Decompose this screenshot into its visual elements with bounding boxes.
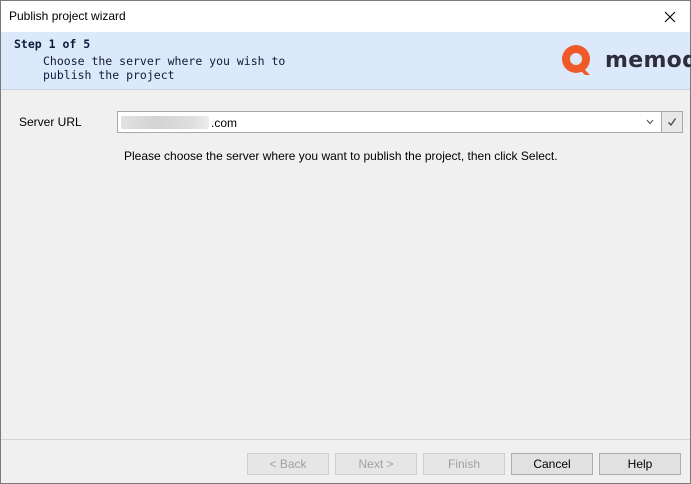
step-indicator: Step 1 of 5 xyxy=(14,37,91,51)
memoq-logo: memoq xyxy=(559,42,691,78)
chevron-down-icon xyxy=(646,119,654,125)
dropdown-arrow[interactable] xyxy=(643,114,657,130)
wizard-header: Step 1 of 5 Choose the server where you … xyxy=(1,32,691,90)
server-url-label: Server URL xyxy=(19,115,82,129)
back-button[interactable]: < Back xyxy=(247,453,329,475)
help-button[interactable]: Help xyxy=(599,453,681,475)
close-button[interactable] xyxy=(650,1,690,32)
memoq-logo-icon xyxy=(562,45,590,75)
title-bar: Publish project wizard xyxy=(1,1,690,32)
wizard-content: Server URL .com Please choose the server… xyxy=(1,91,690,439)
wizard-window: Publish project wizard Step 1 of 5 Choos… xyxy=(0,0,691,484)
next-button[interactable]: Next > xyxy=(335,453,417,475)
redacted-url-prefix xyxy=(121,116,209,129)
cancel-button[interactable]: Cancel xyxy=(511,453,593,475)
wizard-footer: < Back Next > Finish Cancel Help xyxy=(1,439,690,483)
server-url-value: .com xyxy=(211,116,238,130)
window-title: Publish project wizard xyxy=(9,9,126,23)
instruction-text: Please choose the server where you want … xyxy=(124,149,558,163)
server-url-combobox[interactable]: .com xyxy=(117,111,662,133)
select-server-button[interactable] xyxy=(662,111,683,133)
close-icon xyxy=(664,11,676,22)
finish-button[interactable]: Finish xyxy=(423,453,505,475)
checkmark-icon xyxy=(668,118,677,127)
step-description: Choose the server where you wish to publ… xyxy=(43,54,286,82)
logo-text: memoq xyxy=(605,47,691,73)
